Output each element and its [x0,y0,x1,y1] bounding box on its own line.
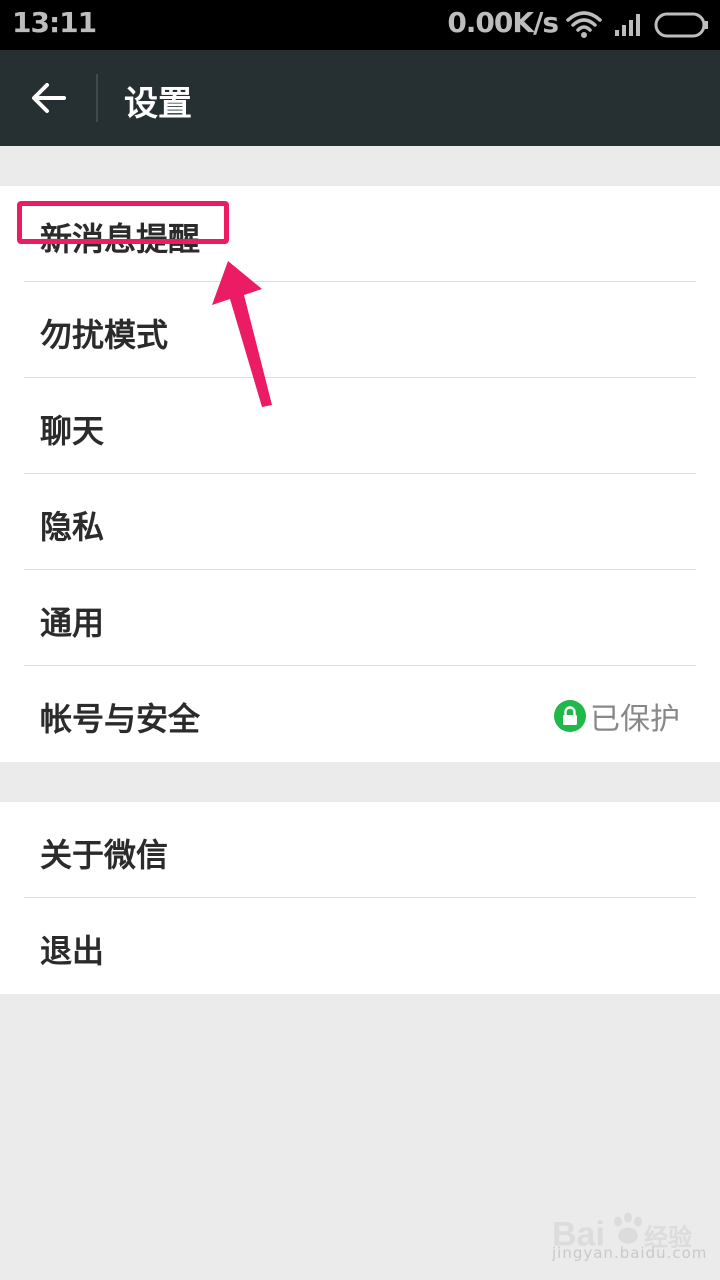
watermark-url: jingyan.baidu.com [552,1244,708,1262]
status-bar: 13:11 0.00K/s [0,0,720,50]
title-divider [96,74,98,122]
settings-item-about-wechat[interactable]: 关于微信 [0,802,720,898]
settings-item-chat[interactable]: 聊天 [0,378,720,474]
lock-icon [554,700,586,732]
back-button[interactable] [16,68,80,128]
settings-item-label: 退出 [40,932,105,970]
settings-item-label: 新消息提醒 [40,220,201,258]
protection-status-text: 已保护 [590,702,680,737]
annotation-arrow [212,261,272,407]
settings-item-do-not-disturb[interactable]: 勿扰模式 [0,282,720,378]
arrow-left-icon [32,83,66,113]
signal-icon [615,14,640,36]
network-speed: 0.00K/s [447,6,559,39]
settings-item-new-message-alert[interactable]: 新消息提醒 [0,186,720,282]
wifi-icon [566,11,602,38]
settings-item-label: 隐私 [40,508,105,546]
settings-group-main: 新消息提醒 勿扰模式 聊天 隐私 通用 帐号与安全 已保护 [0,186,720,762]
settings-item-label: 关于微信 [40,836,169,874]
settings-item-label: 通用 [40,604,105,642]
settings-item-label: 聊天 [40,412,105,450]
page-title: 设置 [124,84,192,124]
settings-item-label: 帐号与安全 [40,700,201,738]
settings-item-label: 勿扰模式 [40,316,169,354]
settings-item-general[interactable]: 通用 [0,570,720,666]
settings-item-logout[interactable]: 退出 [0,898,720,994]
status-time: 13:11 [12,6,97,39]
action-bar: 设置 [0,50,720,146]
settings-item-privacy[interactable]: 隐私 [0,474,720,570]
protection-status: 已保护 [554,694,680,738]
settings-item-account-security[interactable]: 帐号与安全 已保护 [0,666,720,762]
battery-icon [654,12,708,38]
settings-group-secondary: 关于微信 退出 [0,802,720,994]
